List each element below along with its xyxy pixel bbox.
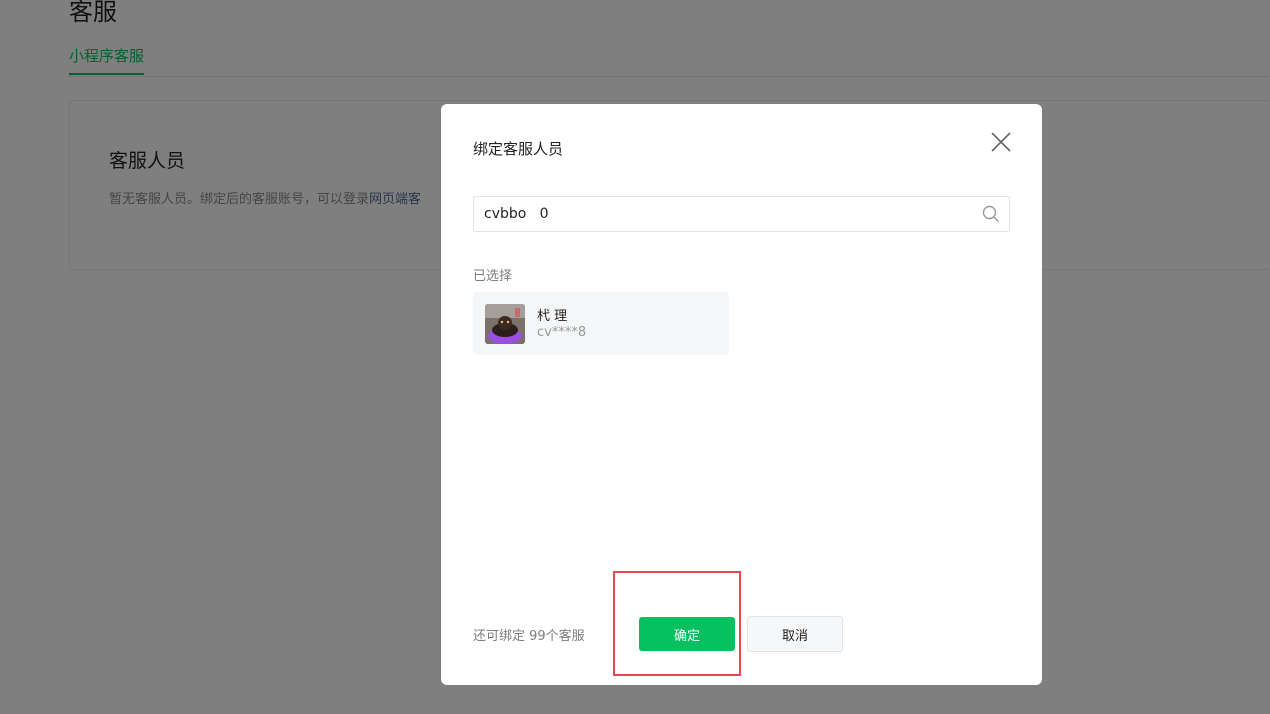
selected-label: 已选择 [473, 269, 513, 284]
close-button[interactable] [987, 128, 1015, 156]
search-input[interactable] [474, 197, 974, 231]
page: 客服 小程序客服 客服人员 暂无客服人员。绑定后的客服账号，可以登录网页端客 绑… [0, 0, 1270, 714]
close-icon [991, 132, 1011, 152]
avatar [485, 304, 525, 344]
quota-text: 还可绑定 99个客服 [473, 629, 585, 644]
confirm-button[interactable]: 确定 [639, 617, 735, 651]
avatar-image [485, 304, 525, 344]
search-box [473, 196, 1010, 232]
cancel-button[interactable]: 取消 [747, 616, 843, 652]
selected-member-item[interactable]: 杙 理 cv****8 [473, 292, 729, 355]
member-id: cv****8 [537, 325, 587, 340]
dialog-title: 绑定客服人员 [473, 140, 564, 158]
search-icon [982, 205, 999, 222]
member-name: 杙 理 [537, 309, 568, 324]
bind-staff-dialog: 绑定客服人员 已选择 [441, 104, 1042, 685]
search-button[interactable] [982, 205, 1000, 223]
